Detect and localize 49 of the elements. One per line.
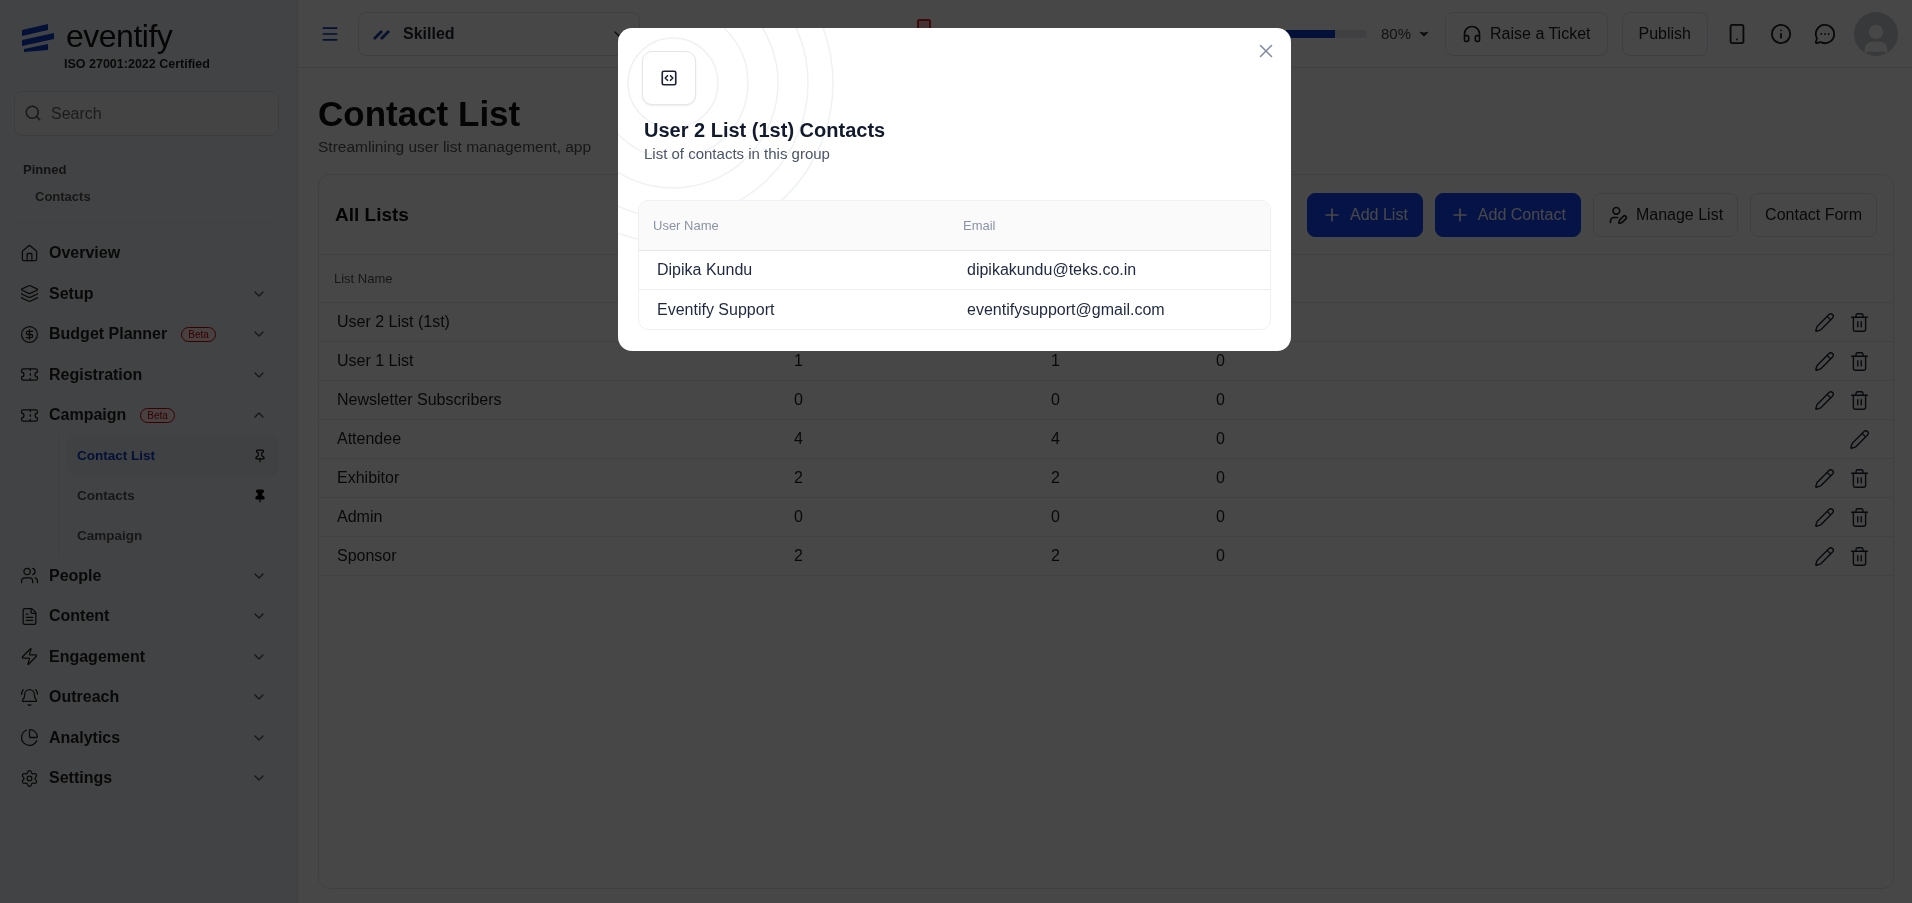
table-cell-text: Eventify Support — [657, 300, 776, 319]
table-cell-text: 2 — [794, 547, 804, 565]
dialog-subtitle: List of contacts in this group — [644, 145, 831, 162]
table-cell-text: dipikakundu@teks.co.in — [967, 261, 1138, 279]
table-cell-text: 0 — [1216, 547, 1226, 565]
card-title: All Lists — [335, 203, 409, 226]
table-cell-text: 2 — [1051, 469, 1061, 487]
table-cell-text: Admin — [337, 508, 384, 526]
table-cell-text: 0 — [1051, 391, 1061, 409]
table-cell-text: 0 — [1216, 469, 1226, 487]
table-cell-text: 4 — [794, 430, 804, 448]
column-header: User Name — [653, 218, 720, 233]
nav-label: Budget Planner — [49, 325, 168, 344]
nav-label: Setup — [49, 284, 94, 303]
nav-label: Overview — [49, 244, 121, 263]
table-cell-text: User 1 List — [337, 352, 415, 370]
brand-name: eventify — [66, 18, 173, 55]
table-cell-text: Sponsor — [337, 547, 398, 565]
dialog-title: User 2 List (1st) Contacts — [644, 119, 887, 142]
nav-label: Content — [49, 607, 110, 626]
code-icon — [642, 51, 696, 105]
nav-label: Registration — [49, 365, 143, 384]
table-cell-text: Newsletter Subscribers — [337, 391, 503, 409]
table-cell-text: 2 — [794, 469, 804, 487]
table-cell-text: 1 — [1051, 352, 1061, 370]
nav-label: Outreach — [49, 688, 120, 707]
table-cell-text: Dipika Kundu — [657, 261, 754, 279]
table-cell-text: 0 — [1216, 352, 1226, 370]
nav-label: Settings — [49, 769, 113, 788]
certification-label: ISO 27001:2022 Certified — [64, 57, 211, 71]
table-cell-text: eventifysupport@gmail.com — [967, 300, 1166, 319]
nav-label: Engagement — [49, 647, 145, 666]
table-cell-text: 4 — [1051, 430, 1061, 448]
table-cell-text: 1 — [794, 352, 804, 370]
nav-label: People — [49, 566, 102, 585]
table-cell-text: 0 — [1216, 430, 1226, 448]
column-header: Email — [963, 218, 997, 233]
table-cell-text: 0 — [794, 391, 804, 409]
table-cell-text: 0 — [1051, 508, 1061, 526]
table-cell-text: 0 — [794, 508, 804, 526]
table-cell-text: User 2 List (1st) — [337, 313, 451, 331]
table-cell-text: Attendee — [337, 430, 403, 448]
page-title: Contact List — [318, 94, 521, 134]
nav-label: Analytics — [49, 728, 121, 747]
table-cell-text: 2 — [1051, 547, 1061, 565]
table-cell-text: 0 — [1216, 508, 1226, 526]
table-cell-text: 0 — [1216, 391, 1226, 409]
nav-label: Campaign — [49, 406, 127, 425]
table-cell-text: Exhibitor — [337, 469, 401, 487]
